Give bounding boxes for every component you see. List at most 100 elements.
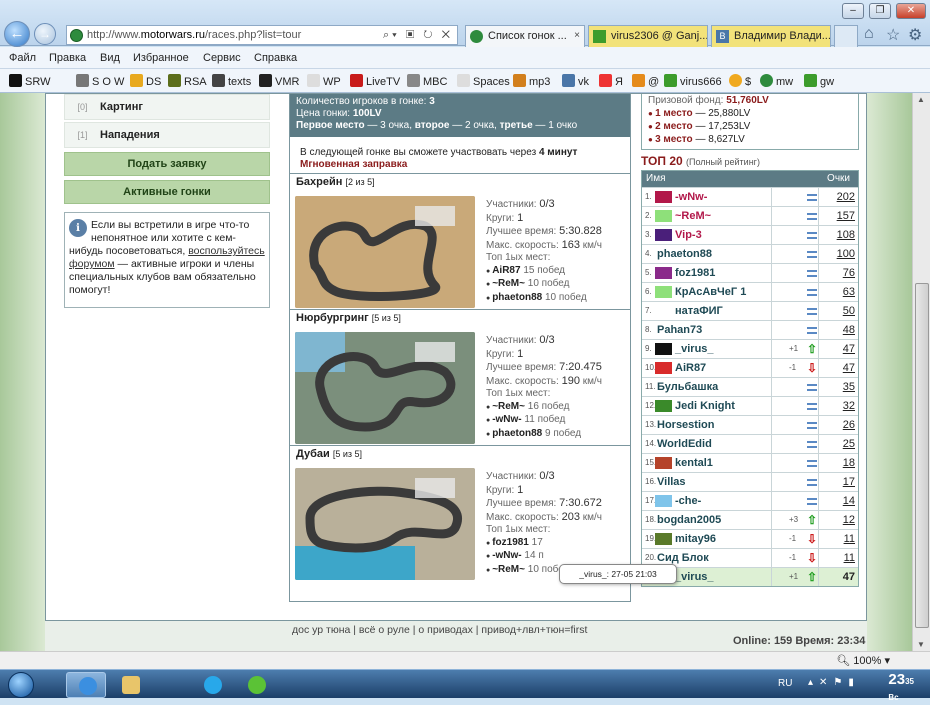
start-button[interactable]: [0, 670, 42, 699]
list-icon[interactable]: [807, 270, 817, 277]
player-name[interactable]: натаФИГ: [675, 302, 723, 320]
fav-mbc[interactable]: MBC: [407, 74, 447, 88]
zoom-control[interactable]: 🔍︎ 100% ▾: [836, 654, 890, 667]
table-row[interactable]: 19. mitay96 -1 ⇩ 11: [642, 529, 858, 548]
tab-races-list[interactable]: Список гонок ... ×: [465, 25, 585, 47]
list-icon[interactable]: [807, 403, 817, 410]
favorites-star-icon[interactable]: ☆: [886, 25, 900, 45]
player-points[interactable]: 76: [843, 264, 855, 282]
nav-attacks[interactable]: [1] Нападения: [64, 122, 270, 148]
menu-view[interactable]: Вид: [100, 52, 120, 64]
table-row[interactable]: 16. Villas 17: [642, 472, 858, 491]
table-row[interactable]: 2. ~ReM~ 157: [642, 206, 858, 225]
player-points[interactable]: 48: [843, 321, 855, 339]
footer-link[interactable]: о приводах: [418, 624, 472, 636]
fav-mw[interactable]: mw: [760, 74, 793, 88]
table-row[interactable]: 8. Pahan73 48: [642, 320, 858, 339]
player-name[interactable]: Бульбашка: [657, 378, 718, 396]
tray-icons[interactable]: ▴✕⚑▮: [808, 677, 860, 688]
full-rating-link[interactable]: (Полный рейтинг): [686, 157, 760, 167]
list-icon[interactable]: [807, 441, 817, 448]
fav-texts[interactable]: texts: [212, 74, 251, 88]
nav-karting[interactable]: [0] Картинг: [64, 94, 270, 120]
table-row[interactable]: 6. КрАсАвЧеГ 1 63: [642, 282, 858, 301]
player-name[interactable]: Villas: [657, 473, 686, 491]
menu-help[interactable]: Справка: [254, 52, 297, 64]
fav-vmr[interactable]: VMR: [259, 74, 299, 88]
back-button[interactable]: ←: [4, 21, 30, 47]
player-points[interactable]: 47: [843, 359, 855, 377]
taskbar-explorer[interactable]: [110, 672, 150, 698]
table-row[interactable]: 12. Jedi Knight 32: [642, 396, 858, 415]
gear-icon[interactable]: ⚙: [908, 25, 922, 45]
address-actions[interactable]: ⌕▾ ▣ ↻ ✕: [383, 26, 453, 44]
instant-refuel-link[interactable]: Мгновенная заправка: [300, 159, 407, 170]
list-icon[interactable]: [807, 479, 817, 486]
player-name[interactable]: WorldEdid: [657, 435, 712, 453]
fav-srw[interactable]: SRW: [9, 74, 50, 88]
fav-spaces[interactable]: Spaces: [457, 74, 510, 88]
new-tab-button[interactable]: [834, 25, 858, 47]
close-tab-icon[interactable]: ×: [574, 26, 580, 46]
race-title[interactable]: Дубаи [5 из 5]: [296, 448, 362, 460]
player-points[interactable]: 202: [837, 188, 855, 206]
player-points[interactable]: 108: [837, 226, 855, 244]
list-icon[interactable]: [807, 213, 817, 220]
player-points[interactable]: 100: [837, 245, 855, 263]
table-row[interactable]: 9. _virus_ +1 ⇧ 47: [642, 339, 858, 358]
player-name[interactable]: Vip-3: [675, 226, 702, 244]
player-name[interactable]: _virus_: [675, 568, 714, 586]
table-row[interactable]: 17. -che- 14: [642, 491, 858, 510]
apply-button[interactable]: Подать заявку: [64, 152, 270, 176]
player-points[interactable]: 12: [843, 511, 855, 529]
fav-rsa[interactable]: RSA: [168, 74, 207, 88]
track-map-image[interactable]: [295, 468, 475, 580]
player-points[interactable]: 47: [843, 568, 855, 586]
scroll-down-icon[interactable]: ▼: [917, 640, 925, 649]
player-name[interactable]: -che-: [675, 492, 701, 510]
table-row[interactable]: 14. WorldEdid 25: [642, 434, 858, 453]
list-icon[interactable]: [807, 384, 817, 391]
player-name[interactable]: mitay96: [675, 530, 716, 548]
player-name[interactable]: _virus_: [675, 340, 714, 358]
track-map-image[interactable]: [295, 332, 475, 444]
fav-mail[interactable]: @: [632, 74, 659, 88]
player-points[interactable]: 26: [843, 416, 855, 434]
fav-vk[interactable]: vk: [562, 74, 589, 88]
list-icon[interactable]: [807, 460, 817, 467]
player-points[interactable]: 11: [844, 530, 855, 548]
list-icon[interactable]: [807, 232, 817, 239]
table-row[interactable]: 1. -wNw- 202: [642, 187, 858, 206]
table-row[interactable]: 18. bogdan2005 +3 ⇧ 12: [642, 510, 858, 529]
player-points[interactable]: 11: [844, 549, 855, 567]
taskbar-icq[interactable]: [236, 672, 276, 698]
footer-link[interactable]: дос ур тюна: [292, 624, 350, 636]
taskbar-ie[interactable]: [66, 672, 106, 698]
player-name[interactable]: ~ReM~: [675, 207, 711, 225]
minimize-button[interactable]: –: [842, 3, 864, 19]
clock[interactable]: 2335 Вс: [888, 672, 914, 705]
table-row[interactable]: 15. kental1 18: [642, 453, 858, 472]
track-map-image[interactable]: [295, 196, 475, 308]
fav-gw[interactable]: gw: [804, 74, 834, 88]
fav-dollar[interactable]: $: [729, 74, 751, 88]
active-races-button[interactable]: Активные гонки: [64, 180, 270, 204]
list-icon[interactable]: [807, 289, 817, 296]
list-icon[interactable]: [807, 327, 817, 334]
table-row[interactable]: 5. foz1981 76: [642, 263, 858, 282]
scroll-up-icon[interactable]: ▲: [917, 95, 925, 104]
fav-livetv[interactable]: LiveTV: [350, 74, 400, 88]
fav-virus666[interactable]: virus666: [664, 74, 722, 88]
table-row[interactable]: 10. AiR87 -1 ⇩ 47: [642, 358, 858, 377]
table-row[interactable]: 7. натаФИГ 50: [642, 301, 858, 320]
list-icon[interactable]: [807, 498, 817, 505]
list-icon[interactable]: [807, 308, 817, 315]
scroll-thumb[interactable]: [915, 283, 929, 628]
footer-link[interactable]: привод+лвл+тюн=first: [481, 624, 587, 636]
table-row[interactable]: 4. phaeton88 100: [642, 244, 858, 263]
table-row[interactable]: 3. Vip-3 108: [642, 225, 858, 244]
tab-vk[interactable]: B Владимир Влади...: [711, 25, 831, 47]
race-title[interactable]: Нюрбургринг [5 из 5]: [296, 312, 401, 324]
table-row[interactable]: 11. Бульбашка 35: [642, 377, 858, 396]
close-window-button[interactable]: ✕: [896, 3, 926, 19]
